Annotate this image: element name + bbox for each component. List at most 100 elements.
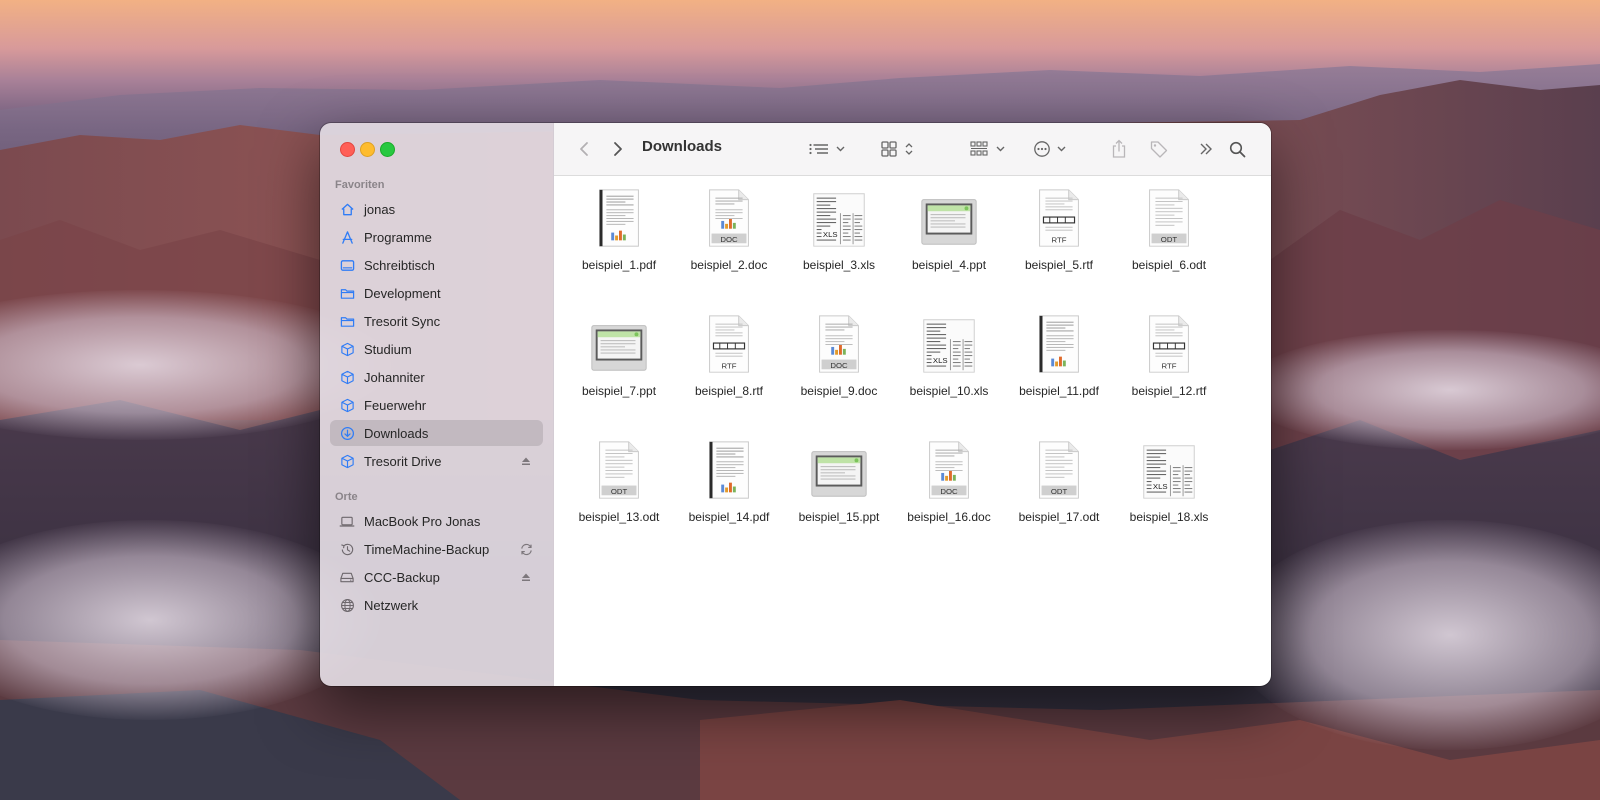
sidebar-item-downloads[interactable]: Downloads bbox=[330, 420, 543, 446]
xls-file-icon: XLS bbox=[1136, 438, 1202, 504]
sidebar-item-tresorit-drive[interactable]: Tresorit Drive bbox=[330, 448, 543, 474]
svg-text:XLS: XLS bbox=[823, 230, 838, 239]
sidebar-item-tresorit-sync[interactable]: Tresorit Sync bbox=[330, 308, 543, 334]
file-name: beispiel_9.doc bbox=[800, 384, 878, 398]
sidebar: Favoriten jonas Programme Schreibtisch D… bbox=[320, 123, 554, 686]
ppt-file-icon bbox=[806, 438, 872, 504]
file-item[interactable]: beispiel_15.ppt bbox=[784, 428, 894, 538]
doc-file-icon: DOC bbox=[806, 312, 872, 378]
time-machine-icon bbox=[339, 541, 355, 557]
svg-text:ODT: ODT bbox=[1051, 487, 1068, 496]
file-item[interactable]: RTF beispiel_8.rtf bbox=[674, 302, 784, 412]
folder-icon bbox=[339, 313, 355, 329]
sidebar-item-jonas[interactable]: jonas bbox=[330, 196, 543, 222]
group-by-icon[interactable] bbox=[970, 136, 1010, 162]
file-name: beispiel_3.xls bbox=[802, 258, 876, 272]
file-item[interactable]: DOC beispiel_2.doc bbox=[674, 176, 784, 286]
sidebar-item-schreibtisch[interactable]: Schreibtisch bbox=[330, 252, 543, 278]
svg-text:RTF: RTF bbox=[722, 361, 737, 370]
file-item[interactable]: XLS beispiel_10.xls bbox=[894, 302, 1004, 412]
sidebar-item-feuerwehr[interactable]: Feuerwehr bbox=[330, 392, 543, 418]
tresorit-cube-icon bbox=[339, 397, 355, 413]
file-name: beispiel_1.pdf bbox=[581, 258, 657, 272]
svg-text:XLS: XLS bbox=[933, 356, 948, 365]
ppt-file-icon bbox=[586, 312, 652, 378]
sidebar-item-johanniter[interactable]: Johanniter bbox=[330, 364, 543, 390]
file-item[interactable]: beispiel_14.pdf bbox=[674, 428, 784, 538]
file-item[interactable]: RTF beispiel_5.rtf bbox=[1004, 176, 1114, 286]
file-name: beispiel_15.ppt bbox=[798, 510, 880, 524]
icon-grid-view-icon[interactable] bbox=[881, 136, 919, 162]
odt-file-icon: ODT bbox=[1136, 186, 1202, 252]
file-name: beispiel_18.xls bbox=[1129, 510, 1209, 524]
file-name: beispiel_10.xls bbox=[909, 384, 989, 398]
file-item[interactable]: XLS beispiel_3.xls bbox=[784, 176, 894, 286]
doc-file-icon: DOC bbox=[916, 438, 982, 504]
sidebar-item-development[interactable]: Development bbox=[330, 280, 543, 306]
eject-icon[interactable] bbox=[518, 453, 534, 469]
toolbar-overflow-icon[interactable] bbox=[1197, 136, 1215, 162]
file-item[interactable]: ODT beispiel_6.odt bbox=[1114, 176, 1224, 286]
xls-file-icon: XLS bbox=[806, 186, 872, 252]
applications-icon bbox=[339, 229, 355, 245]
file-name: beispiel_11.pdf bbox=[1019, 384, 1099, 398]
search-icon[interactable] bbox=[1227, 136, 1247, 162]
sidebar-item-timemachine-backup[interactable]: TimeMachine-Backup bbox=[330, 536, 543, 562]
tag-icon[interactable] bbox=[1148, 136, 1170, 162]
file-name: beispiel_14.pdf bbox=[688, 510, 770, 524]
eject-icon[interactable] bbox=[518, 569, 534, 585]
tresorit-cube-icon bbox=[339, 453, 355, 469]
file-item[interactable]: DOC beispiel_16.doc bbox=[894, 428, 1004, 538]
sidebar-item-netzwerk[interactable]: Netzwerk bbox=[330, 592, 543, 618]
folder-icon bbox=[339, 285, 355, 301]
sidebar-item-ccc-backup[interactable]: CCC-Backup bbox=[330, 564, 543, 590]
share-icon[interactable] bbox=[1109, 136, 1129, 162]
file-item[interactable]: ODT beispiel_13.odt bbox=[564, 428, 674, 538]
svg-text:ODT: ODT bbox=[1161, 235, 1178, 244]
file-item[interactable]: beispiel_1.pdf bbox=[564, 176, 674, 286]
window-title: Downloads bbox=[642, 138, 723, 155]
close-window-button[interactable] bbox=[340, 142, 355, 157]
home-icon bbox=[339, 201, 355, 217]
sidebar-item-programme[interactable]: Programme bbox=[330, 224, 543, 250]
forward-icon[interactable] bbox=[608, 136, 628, 162]
xls-file-icon: XLS bbox=[916, 312, 982, 378]
svg-text:DOC: DOC bbox=[720, 235, 738, 244]
sidebar-item-macbook-pro[interactable]: MacBook Pro Jonas bbox=[330, 508, 543, 534]
file-item[interactable]: beispiel_11.pdf bbox=[1004, 302, 1114, 412]
svg-text:RTF: RTF bbox=[1052, 235, 1067, 244]
tresorit-cube-icon bbox=[339, 341, 355, 357]
finder-window: Favoriten jonas Programme Schreibtisch D… bbox=[320, 123, 1271, 686]
odt-file-icon: ODT bbox=[586, 438, 652, 504]
file-item[interactable]: beispiel_4.ppt bbox=[894, 176, 1004, 286]
toolbar: Downloads bbox=[554, 123, 1271, 176]
doc-file-icon: DOC bbox=[696, 186, 762, 252]
svg-text:ODT: ODT bbox=[611, 487, 628, 496]
file-name: beispiel_7.ppt bbox=[581, 384, 657, 398]
list-view-icon[interactable] bbox=[808, 136, 850, 162]
sync-icon bbox=[518, 541, 534, 557]
file-name: beispiel_2.doc bbox=[690, 258, 768, 272]
tresorit-cube-icon bbox=[339, 369, 355, 385]
svg-text:DOC: DOC bbox=[830, 361, 848, 370]
more-actions-icon[interactable] bbox=[1033, 136, 1073, 162]
back-icon[interactable] bbox=[574, 136, 594, 162]
file-item[interactable]: RTF beispiel_12.rtf bbox=[1114, 302, 1224, 412]
pdf-file-icon bbox=[1026, 312, 1092, 378]
laptop-icon bbox=[339, 513, 355, 529]
network-globe-icon bbox=[339, 597, 355, 613]
file-item[interactable]: ODT beispiel_17.odt bbox=[1004, 428, 1114, 538]
external-drive-icon bbox=[339, 569, 355, 585]
downloads-icon bbox=[339, 425, 355, 441]
file-item[interactable]: XLS beispiel_18.xls bbox=[1114, 428, 1224, 538]
minimize-window-button[interactable] bbox=[360, 142, 375, 157]
desktop-icon bbox=[339, 257, 355, 273]
pdf-file-icon bbox=[696, 438, 762, 504]
file-name: beispiel_4.ppt bbox=[911, 258, 987, 272]
sidebar-section-locations: Orte bbox=[335, 491, 358, 503]
zoom-window-button[interactable] bbox=[380, 142, 395, 157]
sidebar-item-studium[interactable]: Studium bbox=[330, 336, 543, 362]
file-item[interactable]: DOC beispiel_9.doc bbox=[784, 302, 894, 412]
file-item[interactable]: beispiel_7.ppt bbox=[564, 302, 674, 412]
file-grid: beispiel_1.pdf DOC beispiel_2.doc XLS beisp… bbox=[554, 176, 1271, 686]
